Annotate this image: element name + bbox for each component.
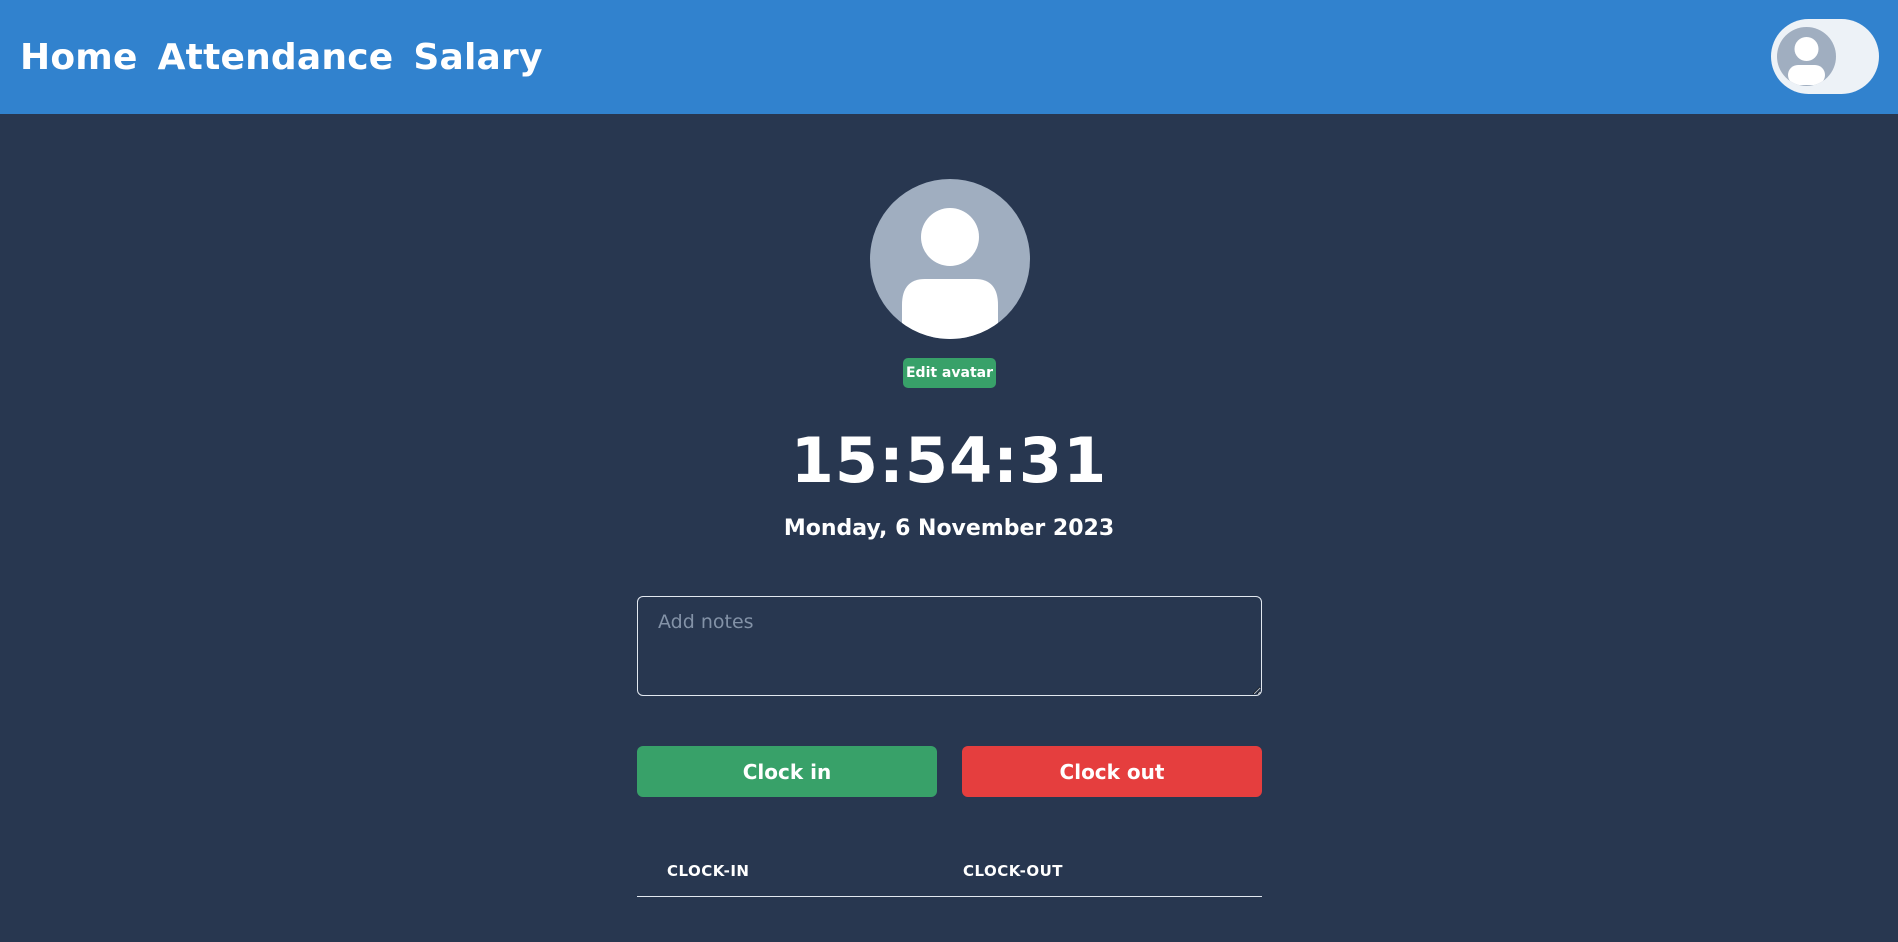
user-menu-toggle[interactable] — [1771, 19, 1879, 94]
clock-in-button[interactable]: Clock in — [637, 746, 937, 797]
edit-avatar-button[interactable]: Edit avatar — [903, 358, 996, 388]
current-date: Monday, 6 November 2023 — [783, 516, 1115, 541]
user-icon — [1777, 27, 1836, 86]
column-header-clock-out: CLOCK-OUT — [963, 862, 1064, 880]
column-header-clock-in: CLOCK-IN — [667, 862, 750, 880]
notes-textarea[interactable] — [637, 596, 1262, 696]
profile-avatar-user-icon — [870, 179, 1030, 339]
nav-salary-link[interactable]: Salary — [413, 37, 542, 78]
attendance-main: Edit avatar 15:54:31 Monday, 6 November … — [0, 114, 1898, 942]
attendance-table-header: CLOCK-IN CLOCK-OUT — [637, 854, 1262, 897]
top-navbar: Home Attendance Salary — [0, 0, 1898, 114]
nav-home-link[interactable]: Home — [20, 37, 138, 78]
clock-out-button[interactable]: Clock out — [962, 746, 1262, 797]
current-time: 15:54:31 — [790, 424, 1108, 497]
main-nav: Home Attendance Salary — [20, 0, 543, 114]
nav-attendance-link[interactable]: Attendance — [158, 37, 394, 78]
